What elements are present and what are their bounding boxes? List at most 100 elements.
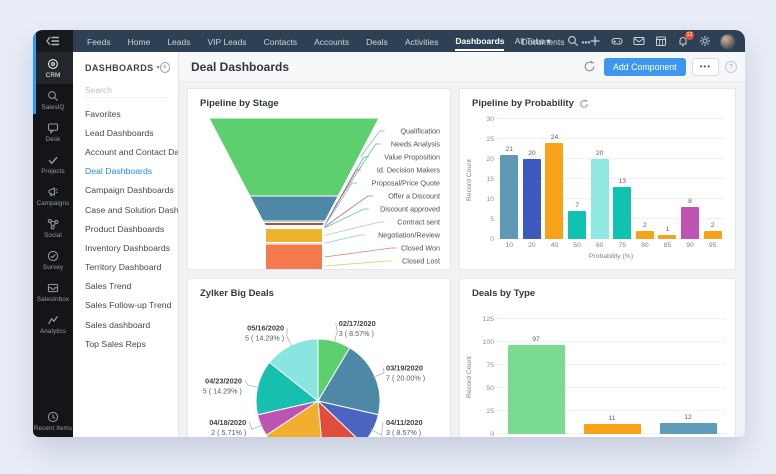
dashboard-list-item-sales-follow-up-trend[interactable]: Sales Follow-up Trend — [73, 296, 178, 315]
x-tick: 95 — [701, 242, 724, 249]
product-sidebar: CRMSalesIQDeskProjectsCampaignsSocialSur… — [33, 52, 73, 437]
bar-col-2[interactable] — [584, 424, 641, 434]
y-tick: 15 — [472, 176, 494, 183]
dashboard-list-item-campaign-dashboards[interactable]: Campaign Dashboards — [73, 181, 178, 200]
panel-title: DASHBOARDS — [85, 63, 154, 73]
sidebar-collapse-button[interactable] — [33, 30, 73, 52]
tab-activities[interactable]: Activities — [405, 33, 439, 50]
add-dashboard-button[interactable]: + — [160, 62, 170, 73]
settings-gear-icon[interactable] — [698, 35, 711, 48]
bar-value-label: 21 — [506, 146, 514, 153]
calendar-icon[interactable] — [654, 35, 667, 48]
app-sidebar-item-crm[interactable]: CRM — [33, 52, 73, 84]
funnel-label-discount-approved: Discount approved — [380, 204, 440, 213]
funnel-label-id-decision-makers: Id. Decision Makers — [377, 165, 441, 174]
bar-50[interactable] — [568, 211, 586, 239]
app-sidebar-item-projects[interactable]: Projects — [33, 148, 73, 180]
card-deals-by-type: Deals by Type 0255075100125971112Record … — [459, 278, 736, 437]
dashboard-list-item-product-dashboards[interactable]: Product Dashboards — [73, 219, 178, 238]
y-tick: 50 — [472, 385, 494, 392]
dashboard-list-item-sales-dashboard[interactable]: Sales dashboard — [73, 315, 178, 334]
y-tick: 5 — [472, 216, 494, 223]
add-component-button[interactable]: Add Component — [604, 58, 686, 76]
pie-label-value: 5 ( 14.29% ) — [245, 334, 284, 343]
app-sidebar-item-salesinbox[interactable]: SalesInbox — [33, 276, 73, 308]
app-sidebar-item-desk[interactable]: Desk — [33, 116, 73, 148]
funnel-segment-contract-sent[interactable] — [266, 229, 323, 243]
search-icon[interactable] — [566, 35, 579, 48]
notification-badge: 12 — [685, 31, 694, 40]
tab-leads[interactable]: Leads — [167, 33, 190, 50]
tab-vip-leads[interactable]: VIP Leads — [207, 33, 246, 50]
more-options-button[interactable]: ••• — [692, 58, 719, 76]
tab-dashboards[interactable]: Dashboards — [455, 32, 504, 51]
help-button[interactable]: ? — [725, 61, 737, 73]
funnel-segment-qualification[interactable] — [209, 118, 379, 196]
dashboard-list: FavoritesLead DashboardsAccount and Cont… — [73, 104, 178, 353]
bar-90[interactable] — [681, 207, 699, 239]
tab-feeds[interactable]: Feeds — [87, 33, 111, 50]
y-tick: 25 — [472, 408, 494, 415]
tab-accounts[interactable]: Accounts — [314, 33, 349, 50]
y-axis-title: Record Count — [466, 356, 473, 398]
page-title: Deal Dashboards — [191, 60, 583, 74]
pie-label-value: 3 ( 8.57% ) — [386, 428, 421, 437]
pie-label-date: 04/23/2020 — [205, 377, 242, 386]
bar-20[interactable] — [523, 159, 541, 239]
dashboard-list-item-favorites[interactable]: Favorites — [73, 104, 178, 123]
app-sidebar-item-survey[interactable]: Survey — [33, 244, 73, 276]
topbar-actions: All Tabs ▾ 12 — [509, 30, 745, 52]
refresh-icon[interactable] — [583, 60, 596, 73]
funnel-segment-needs-analysis[interactable] — [250, 196, 338, 221]
bar-value-label: 12 — [684, 414, 692, 421]
dashboard-list-item-territory-dashboard[interactable]: Territory Dashboard — [73, 258, 178, 277]
app-sidebar-item-salesiq[interactable]: SalesIQ — [33, 84, 73, 116]
plus-icon[interactable] — [588, 35, 601, 48]
x-tick: 75 — [611, 242, 634, 249]
crm-icon — [47, 58, 59, 70]
mail-icon[interactable] — [632, 35, 645, 48]
funnel-segment-closed-won[interactable] — [266, 244, 323, 270]
bar-col-1[interactable] — [508, 345, 565, 434]
tab-deals[interactable]: Deals — [366, 33, 388, 50]
bar-col-3[interactable] — [660, 423, 717, 434]
y-tick: 75 — [472, 362, 494, 369]
notifications-icon[interactable]: 12 — [676, 35, 689, 48]
active-product-indicator — [33, 30, 36, 114]
app-sidebar-item-recent-items[interactable]: Recent Items — [33, 405, 73, 437]
y-tick: 0 — [472, 431, 494, 437]
dashboard-list-item-inventory-dashboards[interactable]: Inventory Dashboards — [73, 238, 178, 257]
games-icon[interactable] — [610, 35, 623, 48]
app-sidebar-item-campaigns[interactable]: Campaigns — [33, 180, 73, 212]
dashboard-list-item-case-and-solution-dash[interactable]: Case and Solution Dash... — [73, 200, 178, 219]
tab-home[interactable]: Home — [128, 33, 151, 50]
funnel-label-qualification: Qualification — [400, 126, 440, 135]
pie-label-value: 7 ( 20.00% ) — [386, 373, 425, 382]
dashboard-list-item-account-and-contact-da[interactable]: Account and Contact Da... — [73, 142, 178, 161]
y-tick: 0 — [472, 236, 494, 243]
bar-80[interactable] — [636, 231, 654, 239]
dashboard-list-item-deal-dashboards[interactable]: Deal Dashboards — [73, 162, 178, 181]
funnel-label-proposal-price-quote: Proposal/Price Quote — [372, 178, 440, 187]
dashboard-list-item-sales-trend[interactable]: Sales Trend — [73, 277, 178, 296]
probability-bar-chart: 0510152025302120247201321821020405060758… — [460, 89, 735, 269]
bar-10[interactable] — [500, 155, 518, 239]
bar-75[interactable] — [613, 187, 631, 239]
tab-contacts[interactable]: Contacts — [264, 33, 298, 50]
pie-label-value: 5 ( 14.29% ) — [203, 387, 242, 396]
bar-95[interactable] — [704, 231, 722, 239]
bar-85[interactable] — [658, 235, 676, 239]
funnel-label-needs-analysis: Needs Analysis — [391, 139, 441, 148]
bar-60[interactable] — [591, 159, 609, 239]
dashboard-search-input[interactable] — [85, 83, 166, 98]
campaigns-icon — [47, 186, 59, 198]
app-sidebar-item-social[interactable]: Social — [33, 212, 73, 244]
user-avatar[interactable] — [720, 34, 735, 49]
all-tabs-dropdown[interactable]: All Tabs ▾ — [515, 36, 551, 47]
dashboard-list-item-lead-dashboards[interactable]: Lead Dashboards — [73, 123, 178, 142]
salesiq-icon — [47, 90, 59, 102]
dashboard-list-item-top-sales-reps[interactable]: Top Sales Reps — [73, 334, 178, 353]
x-tick: 85 — [656, 242, 679, 249]
app-sidebar-item-analytics[interactable]: Analytics — [33, 308, 73, 340]
bar-40[interactable] — [545, 143, 563, 239]
